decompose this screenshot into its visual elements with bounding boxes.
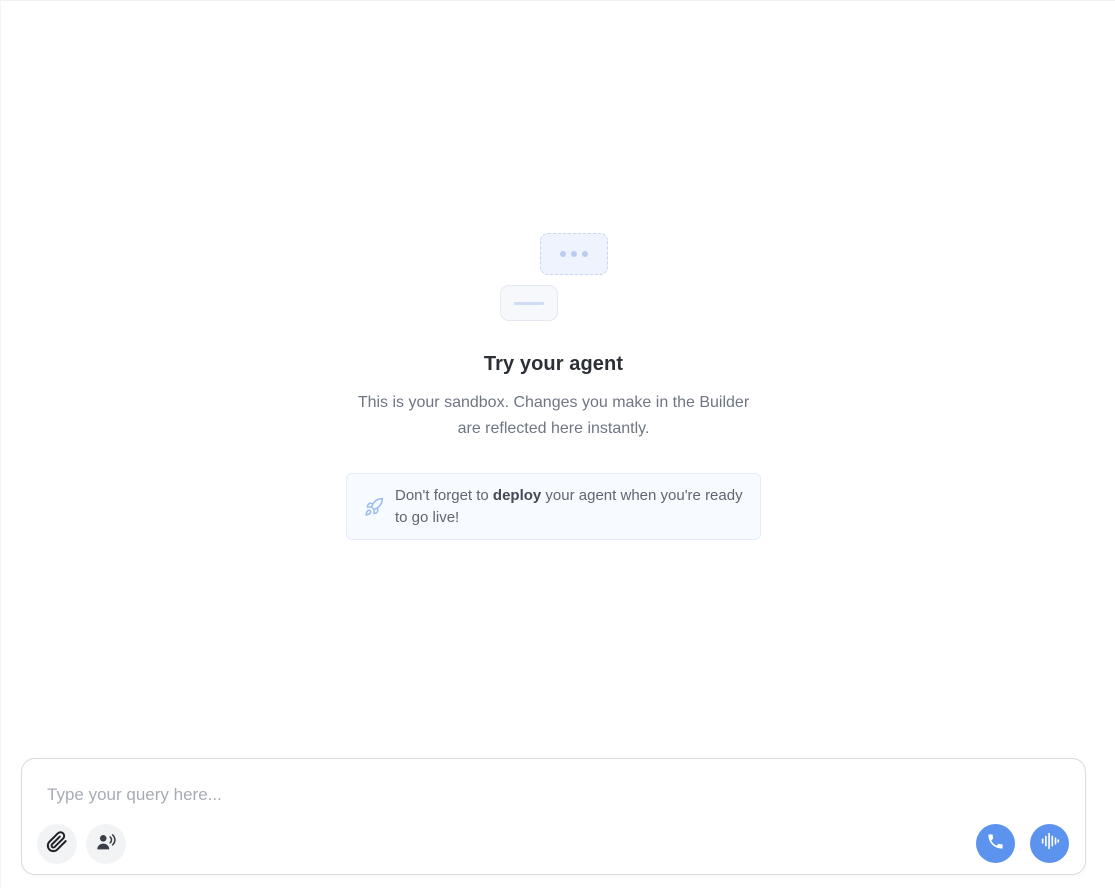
phone-icon [986, 832, 1005, 856]
rocket-icon [363, 496, 385, 518]
chat-composer [21, 758, 1086, 875]
voice-agent-button[interactable] [86, 824, 126, 864]
paperclip-icon [46, 830, 68, 858]
message-bubble [499, 285, 558, 321]
sandbox-chat-panel: Try your agent This is your sandbox. Cha… [0, 0, 1115, 888]
audio-wave-icon [1039, 830, 1061, 857]
chat-bubbles-illustration [498, 229, 610, 323]
typing-dot [570, 251, 577, 257]
empty-state-subtitle: This is your sandbox. Changes you make i… [357, 394, 750, 437]
call-button[interactable] [976, 824, 1015, 863]
message-line [513, 301, 544, 305]
voice-speaker-icon [95, 831, 117, 858]
empty-state: Try your agent This is your sandbox. Cha… [1, 229, 1106, 540]
deploy-tip-text: Don't forget to deploy your agent when y… [395, 485, 744, 529]
tip-deploy-emphasis: deploy [492, 487, 542, 504]
tip-prefix: Don't forget to [395, 487, 493, 504]
deploy-tip: Don't forget to deploy your agent when y… [346, 473, 761, 540]
typing-dot [559, 251, 566, 257]
typing-dot [581, 251, 588, 257]
empty-state-title: Try your agent [483, 353, 624, 375]
typing-bubble [539, 233, 608, 275]
voice-mode-button[interactable] [1030, 824, 1069, 863]
query-input[interactable] [47, 783, 1047, 807]
attach-button[interactable] [37, 824, 77, 864]
